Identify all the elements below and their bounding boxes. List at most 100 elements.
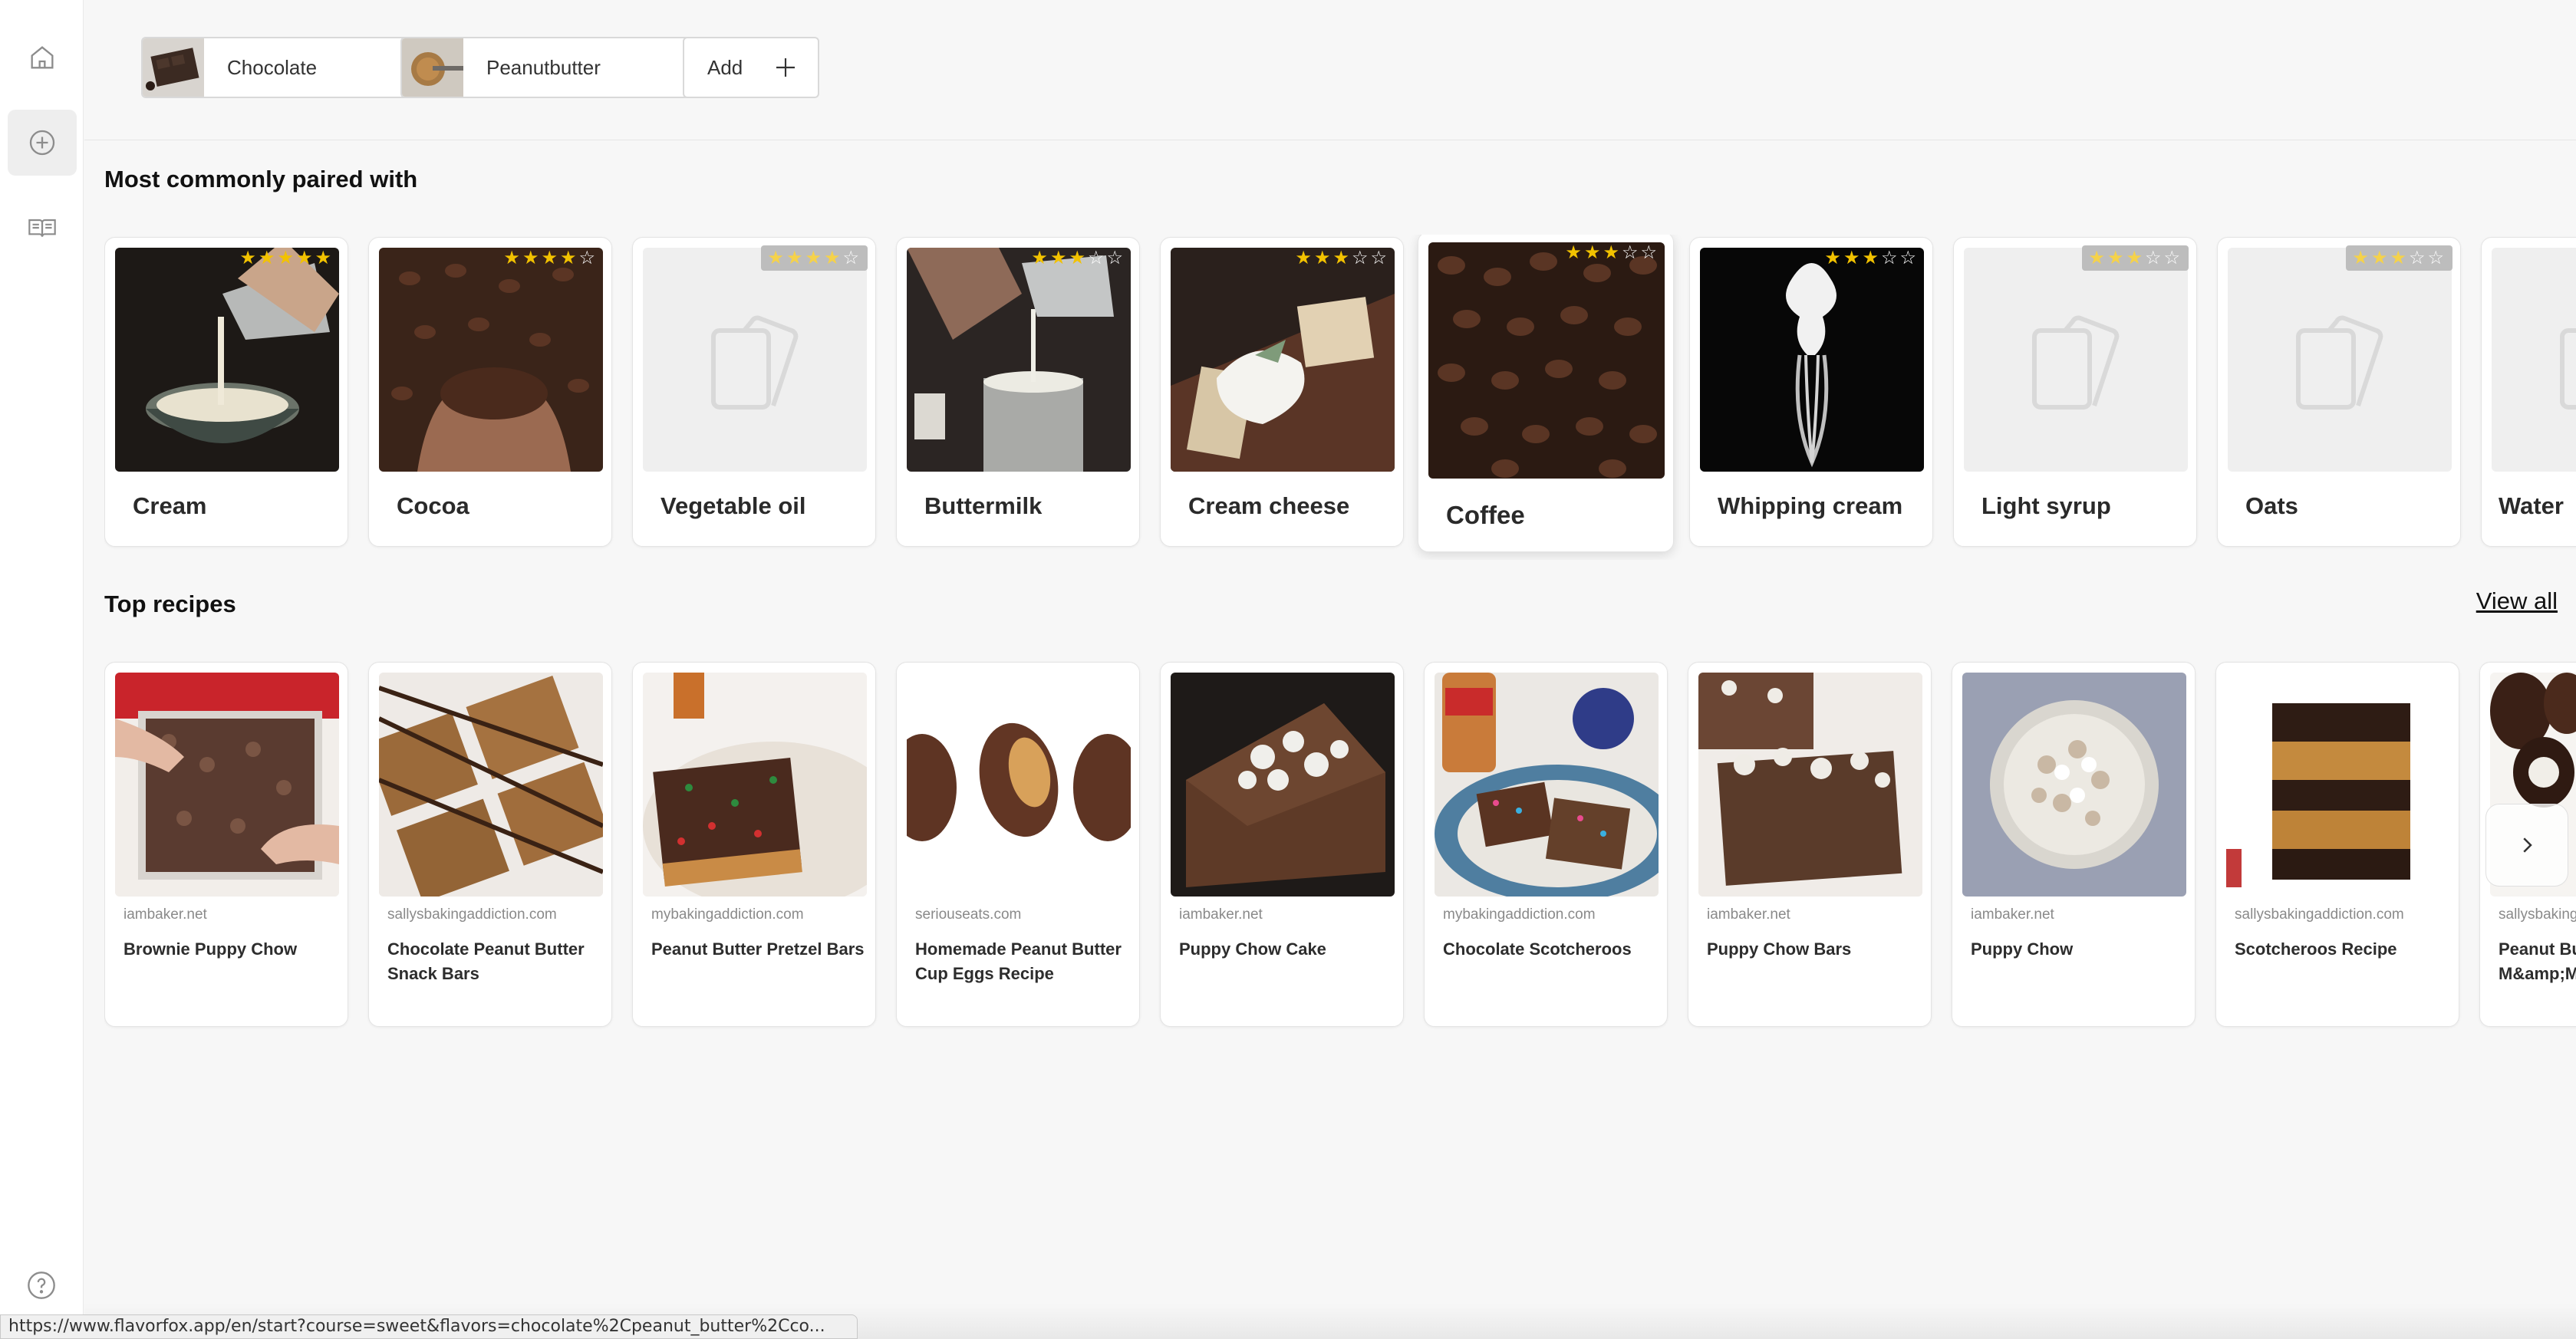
carousel-next-button[interactable] xyxy=(2485,804,2568,887)
pairing-name: Cocoa xyxy=(397,492,469,519)
rating-stars: ★★★☆☆ xyxy=(1295,248,1389,268)
pairing-image xyxy=(1428,242,1665,479)
pairing-card-cream-cheese[interactable]: ★★★☆☆ Cream cheese xyxy=(1160,237,1404,547)
recipe-title: Homemade Peanut Butter Cup Eggs Recipe xyxy=(915,939,1122,983)
recipe-card[interactable]: iambaker.net Brownie Puppy Chow xyxy=(104,662,348,1027)
recipe-card[interactable]: sallysbakingaddiction.com Chocolate Pean… xyxy=(368,662,612,1027)
recipe-image xyxy=(1698,673,1922,897)
pairing-name: Coffee xyxy=(1446,501,1525,529)
add-circle-icon xyxy=(29,130,55,156)
pairing-image-placeholder xyxy=(2492,248,2576,472)
pairing-image xyxy=(379,248,603,472)
rating-stars: ★★★★☆ xyxy=(503,248,598,268)
home-icon xyxy=(31,46,54,69)
recipes-heading: Top recipes xyxy=(104,591,236,617)
rating-stars: ★★★☆☆ xyxy=(2082,245,2189,271)
recipe-title: Puppy Chow Cake xyxy=(1179,939,1326,959)
peanutbutter-thumbnail xyxy=(402,38,463,97)
pairing-name: Cream cheese xyxy=(1188,492,1350,519)
recipe-card[interactable]: mybakingaddiction.com Chocolate Scotcher… xyxy=(1424,662,1668,1027)
recipe-card[interactable]: seriouseats.com Homemade Peanut Butter C… xyxy=(896,662,1140,1027)
rating-stars: ★★★★☆ xyxy=(761,245,868,271)
recipe-image xyxy=(907,673,1131,897)
pairing-image xyxy=(1171,248,1395,472)
sidebar-item-add[interactable] xyxy=(8,110,77,176)
recipe-title: Puppy Chow Bars xyxy=(1707,939,1852,959)
recipe-source: iambaker.net xyxy=(1179,906,1263,923)
recipe-source: iambaker.net xyxy=(124,906,207,923)
help-icon[interactable] xyxy=(26,1270,57,1301)
recipe-source: sallysbakingaddiction.com xyxy=(387,906,557,923)
pairing-card-water[interactable]: Water xyxy=(2481,237,2576,547)
recipe-image xyxy=(2226,673,2450,897)
chocolate-thumbnail xyxy=(143,38,204,97)
view-all-link[interactable]: View all xyxy=(2476,587,2558,615)
pairing-name: Water xyxy=(2499,492,2564,519)
recipe-source: sallysbaking xyxy=(2499,906,2576,923)
recipe-title: Scotcheroos Recipe xyxy=(2235,939,2397,959)
recipe-title: Puppy Chow xyxy=(1971,939,2074,959)
recipe-title: Chocolate Scotcheroos xyxy=(1443,939,1632,959)
recipe-card[interactable]: sallysbakingaddiction.com Scotcheroos Re… xyxy=(2215,662,2459,1027)
recipe-source: iambaker.net xyxy=(1971,906,2054,923)
status-bar-url: https://www.flavorfox.app/en/start?cours… xyxy=(0,1314,858,1339)
pairing-image-placeholder xyxy=(643,248,867,472)
recipe-source: seriouseats.com xyxy=(915,906,1022,923)
add-label: Add xyxy=(707,55,743,79)
pairing-image-placeholder xyxy=(1964,248,2188,472)
chevron-right-icon xyxy=(2523,837,2532,853)
recipe-image xyxy=(1962,673,2186,897)
pairings-row: ★★★★★ Cream ★★★★☆ Cocoa ★★★★☆ Vegetable … xyxy=(104,235,2576,560)
pairing-card-buttermilk[interactable]: ★★★☆☆ Buttermilk xyxy=(896,237,1140,547)
pairing-card-vegetable-oil[interactable]: ★★★★☆ Vegetable oil xyxy=(632,237,876,547)
sidebar-item-home[interactable] xyxy=(8,25,77,90)
rating-stars: ★★★☆☆ xyxy=(2346,245,2452,271)
pairing-name: Vegetable oil xyxy=(660,492,806,519)
recipe-card[interactable]: iambaker.net Puppy Chow xyxy=(1952,662,2196,1027)
sidebar xyxy=(0,0,84,1339)
plus-icon xyxy=(776,58,795,77)
flavor-chip-label: Peanutbutter xyxy=(486,55,601,79)
book-icon xyxy=(28,219,56,237)
pairing-card-coffee[interactable]: ★★★☆☆ Coffee xyxy=(1418,235,1674,552)
pairing-card-oats[interactable]: ★★★☆☆ Oats xyxy=(2217,237,2461,547)
pairing-image xyxy=(907,248,1131,472)
recipe-source: sallysbakingaddiction.com xyxy=(2235,906,2404,923)
recipes-row: iambaker.net Brownie Puppy Chow sallysba… xyxy=(104,660,2576,1031)
image-placeholder-icon xyxy=(2560,328,2576,410)
pairing-card-cream[interactable]: ★★★★★ Cream xyxy=(104,237,348,547)
rating-stars: ★★★★★ xyxy=(239,248,334,268)
recipe-image xyxy=(643,673,867,897)
recipe-card[interactable]: iambaker.net Puppy Chow Bars xyxy=(1688,662,1932,1027)
recipe-image xyxy=(115,673,339,897)
sidebar-item-cookbook[interactable] xyxy=(8,195,77,261)
pairing-image xyxy=(115,248,339,472)
recipe-image xyxy=(1171,673,1395,897)
pairing-name: Cream xyxy=(133,492,207,519)
pairing-card-cocoa[interactable]: ★★★★☆ Cocoa xyxy=(368,237,612,547)
pairing-name: Oats xyxy=(2245,492,2298,519)
recipe-card[interactable]: mybakingaddiction.com Peanut Butter Pret… xyxy=(632,662,876,1027)
image-placeholder-icon xyxy=(711,315,799,410)
pairing-image-placeholder xyxy=(2228,248,2452,472)
rating-stars: ★★★☆☆ xyxy=(1565,242,1659,263)
add-flavor-button[interactable]: Add xyxy=(683,37,819,98)
recipe-card[interactable]: iambaker.net Puppy Chow Cake xyxy=(1160,662,1404,1027)
recipe-title: Chocolate Peanut Butter Snack Bars xyxy=(387,939,585,983)
pairing-card-light-syrup[interactable]: ★★★☆☆ Light syrup xyxy=(1953,237,2197,547)
image-placeholder-icon xyxy=(2032,315,2120,410)
image-placeholder-icon xyxy=(2296,315,2383,410)
rating-stars: ★★★☆☆ xyxy=(1824,248,1919,268)
recipe-image xyxy=(1435,673,1659,897)
pairing-name: Whipping cream xyxy=(1718,492,1903,519)
flavor-bar: Chocolate Peanutbutter Add xyxy=(84,0,2576,140)
pairing-name: Light syrup xyxy=(1981,492,2111,519)
rating-stars: ★★★☆☆ xyxy=(1031,248,1125,268)
recipe-image xyxy=(379,673,603,897)
flavor-chip-label: Chocolate xyxy=(227,55,318,79)
recipe-source: mybakingaddiction.com xyxy=(1443,906,1596,923)
pairing-card-whipping-cream[interactable]: ★★★☆☆ Whipping cream xyxy=(1689,237,1933,547)
recipe-title: Brownie Puppy Chow xyxy=(124,939,298,959)
recipe-source: iambaker.net xyxy=(1707,906,1790,923)
recipe-title: Peanut Butter Pretzel Bars xyxy=(651,939,865,959)
